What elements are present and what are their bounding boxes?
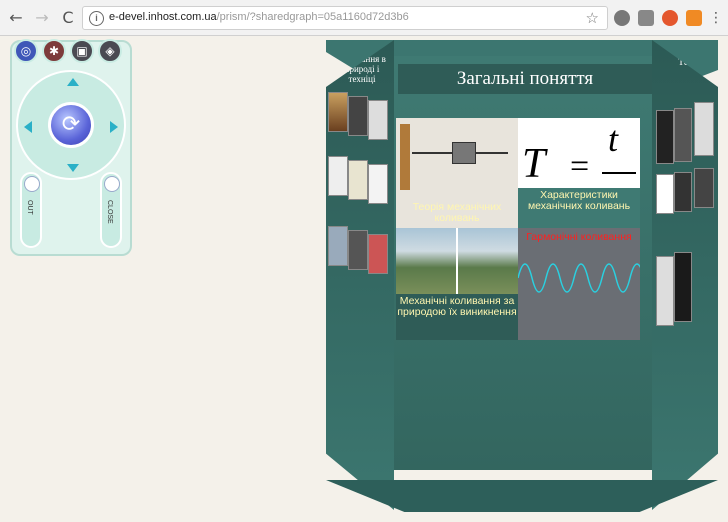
thumbnail[interactable] — [368, 234, 388, 274]
extension-reader-icon[interactable] — [638, 10, 654, 26]
menu-icon[interactable]: ⋮ — [706, 8, 726, 28]
slider-knob[interactable] — [24, 176, 40, 192]
thumbnail[interactable] — [694, 168, 714, 208]
thumbnail[interactable] — [656, 174, 674, 214]
prism-bottom — [326, 480, 718, 512]
tile-landscape-photo[interactable] — [396, 228, 518, 294]
browser-toolbar: ← → C i e-devel.inhost.com.ua/prism/?sha… — [0, 0, 728, 36]
thumbnail[interactable] — [328, 156, 348, 196]
extension-globe-icon[interactable] — [614, 10, 630, 26]
thumbnail[interactable] — [348, 160, 368, 200]
tile-label: Характеристики механічних коливань — [518, 188, 640, 228]
extension-orange-icon[interactable] — [662, 10, 678, 26]
color-wheel-icon[interactable]: ✱ — [42, 39, 66, 63]
formula-equals: = — [570, 148, 590, 185]
close-slider[interactable]: CLOSE — [100, 172, 122, 248]
sine-wave — [518, 263, 640, 293]
thumbnail[interactable] — [694, 102, 714, 156]
arrow-up-icon[interactable] — [67, 78, 79, 86]
cube-icon[interactable]: ◈ — [98, 39, 122, 63]
photo-divider — [456, 228, 458, 294]
formula-t: t — [608, 119, 619, 159]
arrow-down-icon[interactable] — [67, 164, 79, 172]
camera-icon[interactable]: ▣ — [70, 39, 94, 63]
arrow-right-icon[interactable] — [110, 121, 118, 133]
prism-right-face[interactable]: Тест — [652, 40, 718, 510]
close-label: CLOSE — [106, 200, 113, 224]
formula-T: T — [522, 141, 546, 187]
reload-button[interactable]: C — [58, 8, 78, 28]
address-bar[interactable]: i e-devel.inhost.com.ua/prism/?sharedgra… — [82, 6, 608, 30]
prism-left-face[interactable]: Коливання в природі і техніці — [326, 40, 394, 510]
fraction-bar — [602, 172, 636, 174]
info-icon[interactable]: i — [89, 11, 104, 26]
page-title: Загальні поняття — [398, 64, 652, 94]
tile-label: Теорія механічних коливань — [412, 201, 502, 224]
wave-graph — [518, 263, 640, 293]
thumbnail[interactable] — [328, 92, 348, 132]
tile-label: Гармонічні коливання — [526, 231, 632, 243]
tile-harmonic[interactable]: Гармонічні коливання — [518, 228, 640, 340]
globe-icon[interactable]: ◎ — [14, 39, 38, 63]
tile-characteristics[interactable]: T = t Характеристики механічних коливань — [518, 118, 640, 228]
thumbnail[interactable] — [348, 230, 368, 270]
rotate-center-button[interactable]: ⟳ — [48, 102, 94, 148]
thumbnail[interactable] — [674, 252, 692, 322]
slider-knob[interactable] — [104, 176, 120, 192]
thumbnail[interactable] — [368, 164, 388, 204]
remote-control-panel: ◎ ✱ ▣ ◈ ⟳ OUT CLOSE — [10, 39, 132, 256]
out-label: OUT — [26, 200, 33, 215]
arrow-left-icon[interactable] — [24, 121, 32, 133]
bookmark-star-icon[interactable]: ☆ — [586, 9, 599, 27]
mass-block — [452, 142, 476, 164]
back-button[interactable]: ← — [6, 8, 26, 28]
wall-image — [400, 124, 410, 190]
url-text: e-devel.inhost.com.ua/prism/?sharedgraph… — [109, 11, 409, 23]
direction-pad: ⟳ — [16, 70, 126, 180]
extension-bookmark-icon[interactable] — [686, 10, 702, 26]
tile-label: Механічні коливання за природою їх виник… — [397, 295, 517, 318]
thumbnail[interactable] — [674, 172, 692, 212]
thumbnail[interactable] — [328, 226, 348, 266]
thumbnail[interactable] — [656, 256, 674, 326]
thumbnail[interactable] — [348, 96, 368, 136]
tile-theory[interactable]: Теорія механічних коливань — [396, 118, 518, 228]
thumbnail[interactable] — [368, 100, 388, 140]
tile-natural-oscillations[interactable]: Механічні коливання за природою їх виник… — [396, 294, 518, 340]
thumbnail[interactable] — [656, 110, 674, 164]
thumbnail[interactable] — [674, 108, 692, 162]
out-slider[interactable]: OUT — [20, 172, 42, 248]
forward-button[interactable]: → — [32, 8, 52, 28]
